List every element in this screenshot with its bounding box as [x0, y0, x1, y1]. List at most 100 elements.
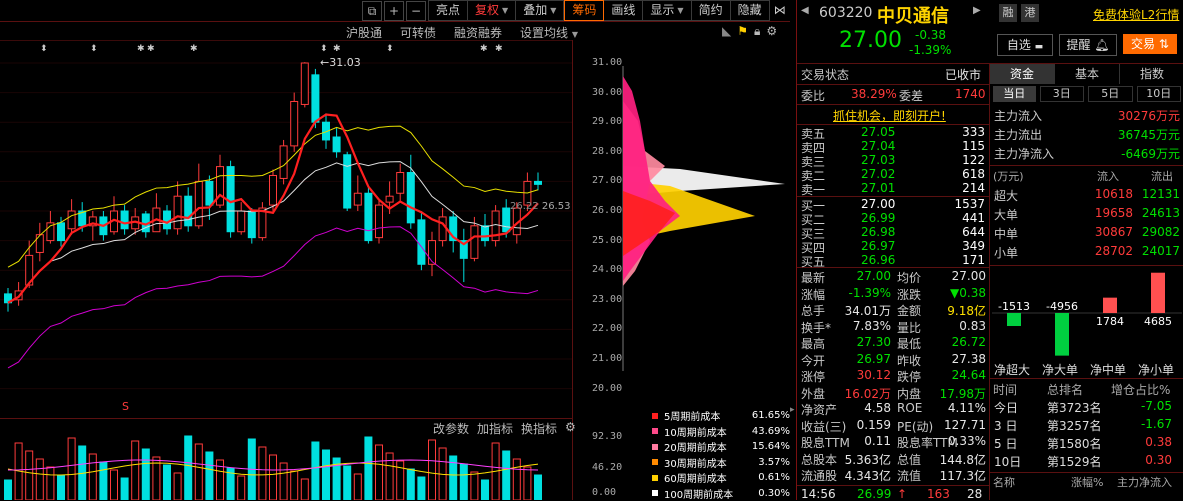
candle-body — [471, 226, 478, 259]
stock-code: 603220 — [819, 5, 872, 21]
candle-body — [36, 235, 43, 253]
candle-body — [482, 226, 489, 241]
lock-icon[interactable]: 🔒︎ — [754, 24, 760, 39]
stat-label: 总手 — [801, 302, 825, 319]
period-3d[interactable]: 3日 — [1040, 86, 1085, 102]
volume-bar — [354, 474, 361, 500]
ask-price: 27.01 — [861, 181, 895, 195]
event-marker[interactable]: ✱ — [480, 44, 488, 54]
event-marker[interactable]: ⬍ — [40, 44, 48, 54]
open-account-banner[interactable]: 抓住机会，即刻开户! — [833, 107, 946, 124]
chips-button[interactable]: 筹码 — [564, 0, 604, 21]
candle-body — [386, 196, 393, 202]
collapse-icon[interactable]: ⋈ — [770, 1, 790, 20]
highlight-button[interactable]: 亮点 — [428, 0, 468, 21]
ask-price: 27.05 — [861, 125, 895, 139]
tab-index[interactable]: 指数 — [1119, 64, 1183, 84]
candlestick-chart[interactable]: ⬍⬍✱✱✱⬍✱⬍✱✱ — [0, 41, 572, 418]
event-marker[interactable]: ✱ — [147, 44, 155, 54]
l2-promo-link[interactable]: 免费体验L2行情 — [1093, 6, 1179, 23]
bid-volume: 349 — [962, 239, 985, 253]
net-flow-bar — [1103, 298, 1117, 313]
tab-basic[interactable]: 基本 — [1054, 64, 1119, 84]
stat-label: 涨停 — [801, 368, 825, 385]
volume-bar — [460, 464, 467, 500]
period-today[interactable]: 当日 — [993, 86, 1036, 102]
volume-bar — [482, 480, 489, 500]
volume-bar — [121, 478, 128, 500]
toolbar-divider — [0, 21, 790, 22]
trade-button[interactable]: 交易 ⇅ — [1123, 34, 1177, 54]
event-marker[interactable]: ⬍ — [386, 44, 394, 54]
alert-button[interactable]: 提醒 🔔︎ — [1059, 34, 1117, 56]
display-button[interactable]: 显示▼ — [643, 0, 691, 21]
stat-label: 金额 — [897, 302, 921, 319]
event-marker[interactable]: ✱ — [137, 44, 145, 54]
event-marker[interactable]: ✱ — [190, 44, 198, 54]
flow-value: -6469万元 — [1121, 145, 1180, 162]
rank-period: 5 日 — [994, 435, 1017, 452]
watchlist-button[interactable]: 自选 ▬ — [997, 34, 1053, 56]
tab-fund[interactable]: 资金 — [990, 64, 1054, 84]
divider — [797, 267, 989, 268]
tab-convertible[interactable]: 可转债 — [400, 24, 436, 41]
net-flow-label: 净中单 — [1090, 361, 1126, 378]
indicator-tabs: 沪股通 可转债 融资融券 设置均线 ▼ — [346, 24, 578, 41]
triangle-icon[interactable]: ◣ — [722, 24, 731, 39]
net-flow-bar — [1007, 313, 1021, 326]
bid-price: 26.98 — [861, 225, 895, 239]
volume-bar — [407, 469, 414, 500]
legend-label: 30周期前成本 — [664, 455, 758, 470]
gear-icon[interactable]: ⚙ — [766, 24, 777, 39]
stat-label: 今开 — [801, 352, 825, 369]
prev-stock-icon[interactable]: ◀ — [801, 5, 809, 16]
draw-line-button[interactable]: 画线 — [604, 0, 643, 21]
hide-button[interactable]: 隐藏 — [731, 0, 770, 21]
tab-hk-connect[interactable]: 沪股通 — [346, 24, 382, 41]
stat-value: 26.72 — [952, 335, 986, 349]
fund-row-out: 29082 — [1142, 225, 1180, 239]
stat-value: 5.363亿 — [845, 451, 891, 468]
settings-icon[interactable]: ⚙ — [565, 420, 576, 437]
minus-icon[interactable]: − — [406, 1, 426, 21]
last-price: 27.00 — [839, 28, 902, 53]
flow-value: 30276万元 — [1118, 107, 1180, 124]
event-marker[interactable]: ✱ — [495, 44, 503, 54]
cost-legend-item: 5周期前成本61.65% — [652, 408, 790, 424]
event-marker[interactable]: ⬍ — [90, 44, 98, 54]
volume-bar — [238, 476, 245, 500]
bid-volume: 171 — [962, 253, 985, 267]
stat-value: -1.39% — [849, 286, 891, 300]
price-tick: 24.00 — [592, 264, 622, 275]
volume-bar — [365, 437, 372, 500]
outflow-header: 流出 — [1151, 168, 1173, 184]
bid-price: 27.00 — [861, 197, 895, 211]
simple-button[interactable]: 简约 — [692, 0, 731, 21]
tab-switch-indicator[interactable]: 换指标 — [521, 420, 557, 437]
overlay-button[interactable]: 叠加▼ — [516, 0, 564, 21]
candle-body — [333, 137, 340, 152]
window-icon[interactable]: ⧉ — [362, 1, 382, 21]
period-10d[interactable]: 10日 — [1137, 86, 1182, 102]
rank-period: 3 日 — [994, 417, 1017, 434]
event-marker[interactable]: ⬍ — [320, 44, 328, 54]
ask-price: 27.02 — [861, 167, 895, 181]
stat-value: 4.343亿 — [845, 467, 891, 484]
tab-add-indicator[interactable]: 加指标 — [477, 420, 513, 437]
event-marker[interactable]: ✱ — [333, 44, 341, 54]
hk-tag: 港 — [1021, 4, 1039, 22]
flow-value: 36745万元 — [1118, 126, 1180, 143]
tab-change-params[interactable]: 改参数 — [433, 420, 469, 437]
commission-diff: 1740 — [955, 87, 986, 101]
tick-price: 26.99 — [857, 487, 891, 501]
flag-icon[interactable]: ⚑ — [737, 24, 748, 39]
plus-icon[interactable]: + — [384, 1, 404, 21]
stat-value: 27.38 — [952, 352, 986, 366]
candle-body — [164, 211, 171, 229]
period-5d[interactable]: 5日 — [1088, 86, 1133, 102]
tab-ma-settings[interactable]: 设置均线 ▼ — [520, 24, 578, 41]
cost-legend-item: 20周期前成本15.64% — [652, 439, 790, 455]
next-stock-icon[interactable]: ▶ — [973, 5, 981, 16]
tab-margin[interactable]: 融资融券 — [454, 24, 502, 41]
adjust-button[interactable]: 复权▼ — [468, 0, 516, 21]
